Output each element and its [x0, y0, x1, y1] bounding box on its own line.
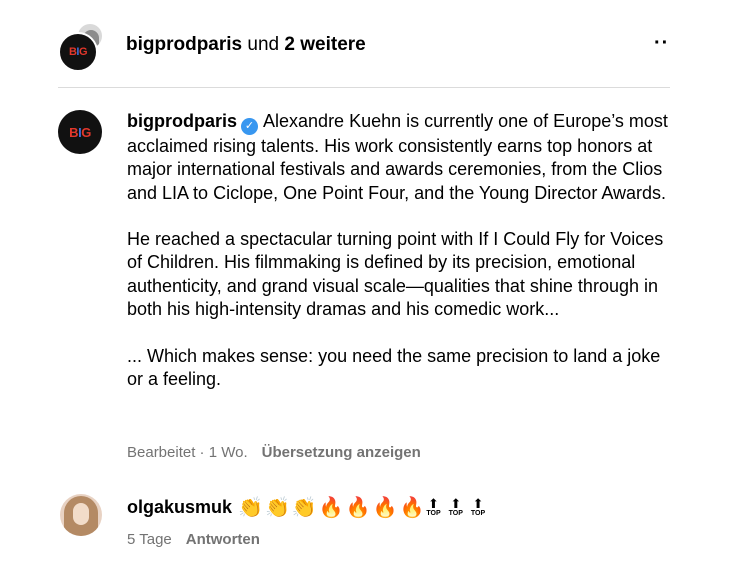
collab-avatar-stack[interactable]: BIG [58, 22, 104, 72]
more-options-icon[interactable]: ·· [654, 32, 669, 55]
caption-paragraph-3: ... Which makes sense: you need the same… [127, 345, 661, 389]
comment-emoji-row: 👏 👏 👏 🔥 🔥 🔥 🔥 ⬆ TOP ⬆ TOP ⬆ TOP [238, 495, 493, 519]
fire-icon: 🔥 [399, 495, 425, 519]
header-others-link[interactable]: 2 weitere [284, 34, 365, 55]
reply-button[interactable]: Antworten [186, 531, 260, 548]
post-timestamp: Bearbeitet · 1 Wo. [127, 444, 248, 461]
comment-username-link[interactable]: olgakusmuk [127, 497, 232, 518]
clap-icon: 👏 [291, 495, 317, 519]
header-divider [58, 87, 670, 88]
translate-button[interactable]: Übersetzung anzeigen [262, 444, 421, 461]
post-meta: Bearbeitet · 1 Wo. Übersetzung anzeigen [127, 444, 421, 461]
bigprodparis-avatar[interactable]: BIG [58, 32, 98, 72]
caption-paragraph-2: He reached a spectacular turning point w… [127, 229, 664, 320]
comment-avatar[interactable] [60, 494, 102, 536]
comment: olgakusmuk 👏 👏 👏 🔥 🔥 🔥 🔥 ⬆ TOP ⬆ TOP ⬆ TOP [127, 495, 493, 519]
big-logo: BIG [69, 124, 91, 140]
header-title: bigprodparis und 2 weitere [126, 34, 366, 56]
author-avatar[interactable]: BIG [58, 110, 102, 154]
verified-badge-icon: ✓ [241, 118, 259, 135]
header-connector: und [242, 34, 285, 55]
post-caption: bigprodparis ✓ Alexandre Kuehn is currentl… [127, 110, 672, 391]
caption-paragraph-1: bigprodparis ✓ Alexandre Kuehn is currentl… [127, 110, 672, 205]
clap-icon: 👏 [264, 495, 290, 519]
big-logo: BIG [68, 45, 88, 58]
fire-icon: 🔥 [318, 495, 344, 519]
top-arrow-icon: ⬆ TOP [448, 496, 463, 517]
comment-timestamp: 5 Tage [127, 531, 172, 548]
top-arrow-icon: ⬆ TOP [426, 496, 441, 517]
caption-author-link[interactable]: bigprodparis [127, 111, 237, 131]
fire-icon: 🔥 [372, 495, 398, 519]
top-arrow-icon: ⬆ TOP [470, 496, 486, 517]
fire-icon: 🔥 [345, 495, 371, 519]
comment-meta: 5 Tage Antworten [127, 531, 260, 548]
avatar-face [73, 503, 89, 525]
clap-icon: 👏 [238, 495, 263, 519]
post-header: BIG bigprodparis und 2 weitere ·· [0, 0, 750, 88]
header-username-link[interactable]: bigprodparis [126, 34, 242, 55]
